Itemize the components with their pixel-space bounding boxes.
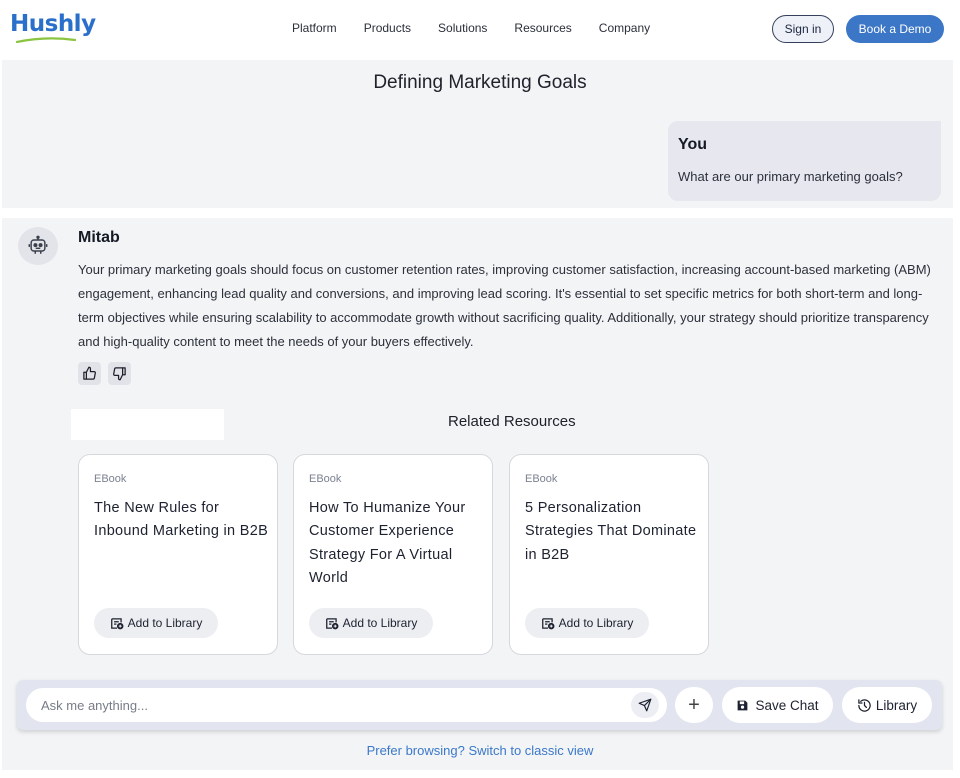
add-to-library-label: Add to Library [558, 616, 634, 630]
add-button[interactable]: + [675, 687, 713, 723]
robot-icon [28, 235, 48, 254]
user-message-text: What are our primary marketing goals? [678, 169, 903, 184]
blank-block [71, 409, 224, 440]
library-add-icon [110, 617, 124, 629]
resource-card[interactable]: EBook How To Humanize Your Customer Expe… [293, 454, 493, 655]
divider [2, 208, 953, 218]
thumbs-up-icon [83, 366, 96, 380]
library-add-icon [541, 617, 555, 629]
sign-in-button[interactable]: Sign in [772, 15, 834, 43]
thumbs-down-icon [113, 367, 126, 381]
resource-card[interactable]: EBook 5 Personalization Strategies That … [509, 454, 709, 655]
card-title[interactable]: The New Rules for Inbound Marketing in B… [94, 497, 274, 544]
add-to-library-label: Add to Library [342, 616, 418, 630]
bot-message-text: Your primary marketing goals should focu… [78, 262, 931, 349]
related-resources-title: Related Resources [448, 413, 576, 430]
card-type: EBook [309, 473, 342, 485]
nav-item-platform[interactable]: Platform [292, 21, 337, 35]
user-message-bubble: You What are our primary marketing goals… [668, 121, 941, 201]
save-icon [738, 700, 748, 710]
library-add-icon [325, 617, 339, 629]
save-chat-button[interactable]: Save Chat [722, 687, 833, 723]
classic-view-link[interactable]: Prefer browsing? Switch to classic view [0, 743, 960, 758]
card-title[interactable]: How To Humanize Your Customer Experience… [309, 497, 489, 590]
library-button[interactable]: Library [842, 687, 932, 723]
card-title[interactable]: 5 Personalization Strategies That Domina… [525, 497, 705, 567]
card-type: EBook [94, 473, 127, 485]
nav-item-products[interactable]: Products [364, 21, 411, 35]
nav-item-resources[interactable]: Resources [514, 21, 571, 35]
thumbs-up-button[interactable] [78, 362, 101, 385]
hushly-logo[interactable]: Hushly [10, 11, 96, 37]
send-button[interactable] [631, 692, 659, 718]
chat-title: Defining Marketing Goals [373, 72, 587, 93]
user-name: You [678, 136, 708, 153]
logo-swoosh-icon [16, 37, 76, 43]
send-icon [638, 698, 652, 712]
nav-item-company[interactable]: Company [599, 21, 650, 35]
composer-bar: + Save Chat Library [17, 680, 942, 730]
save-chat-label: Save Chat [755, 697, 819, 713]
nav-item-solutions[interactable]: Solutions [438, 21, 487, 35]
add-to-library-label: Add to Library [127, 616, 203, 630]
card-type: EBook [525, 473, 558, 485]
bot-name: Mitab [78, 229, 120, 246]
top-nav-bar: Hushly Platform Products Solutions Resou… [0, 0, 960, 58]
ask-input[interactable] [26, 688, 667, 722]
add-to-library-button[interactable]: Add to Library [525, 608, 649, 638]
history-icon [858, 698, 871, 712]
thumbs-down-button[interactable] [108, 362, 131, 385]
add-to-library-button[interactable]: Add to Library [94, 608, 218, 638]
resource-card[interactable]: EBook The New Rules for Inbound Marketin… [78, 454, 278, 655]
main-nav: Platform Products Solutions Resources Co… [292, 21, 677, 35]
add-to-library-button[interactable]: Add to Library [309, 608, 433, 638]
book-demo-button[interactable]: Book a Demo [846, 15, 944, 43]
library-label: Library [875, 697, 918, 713]
bot-avatar [18, 227, 58, 265]
